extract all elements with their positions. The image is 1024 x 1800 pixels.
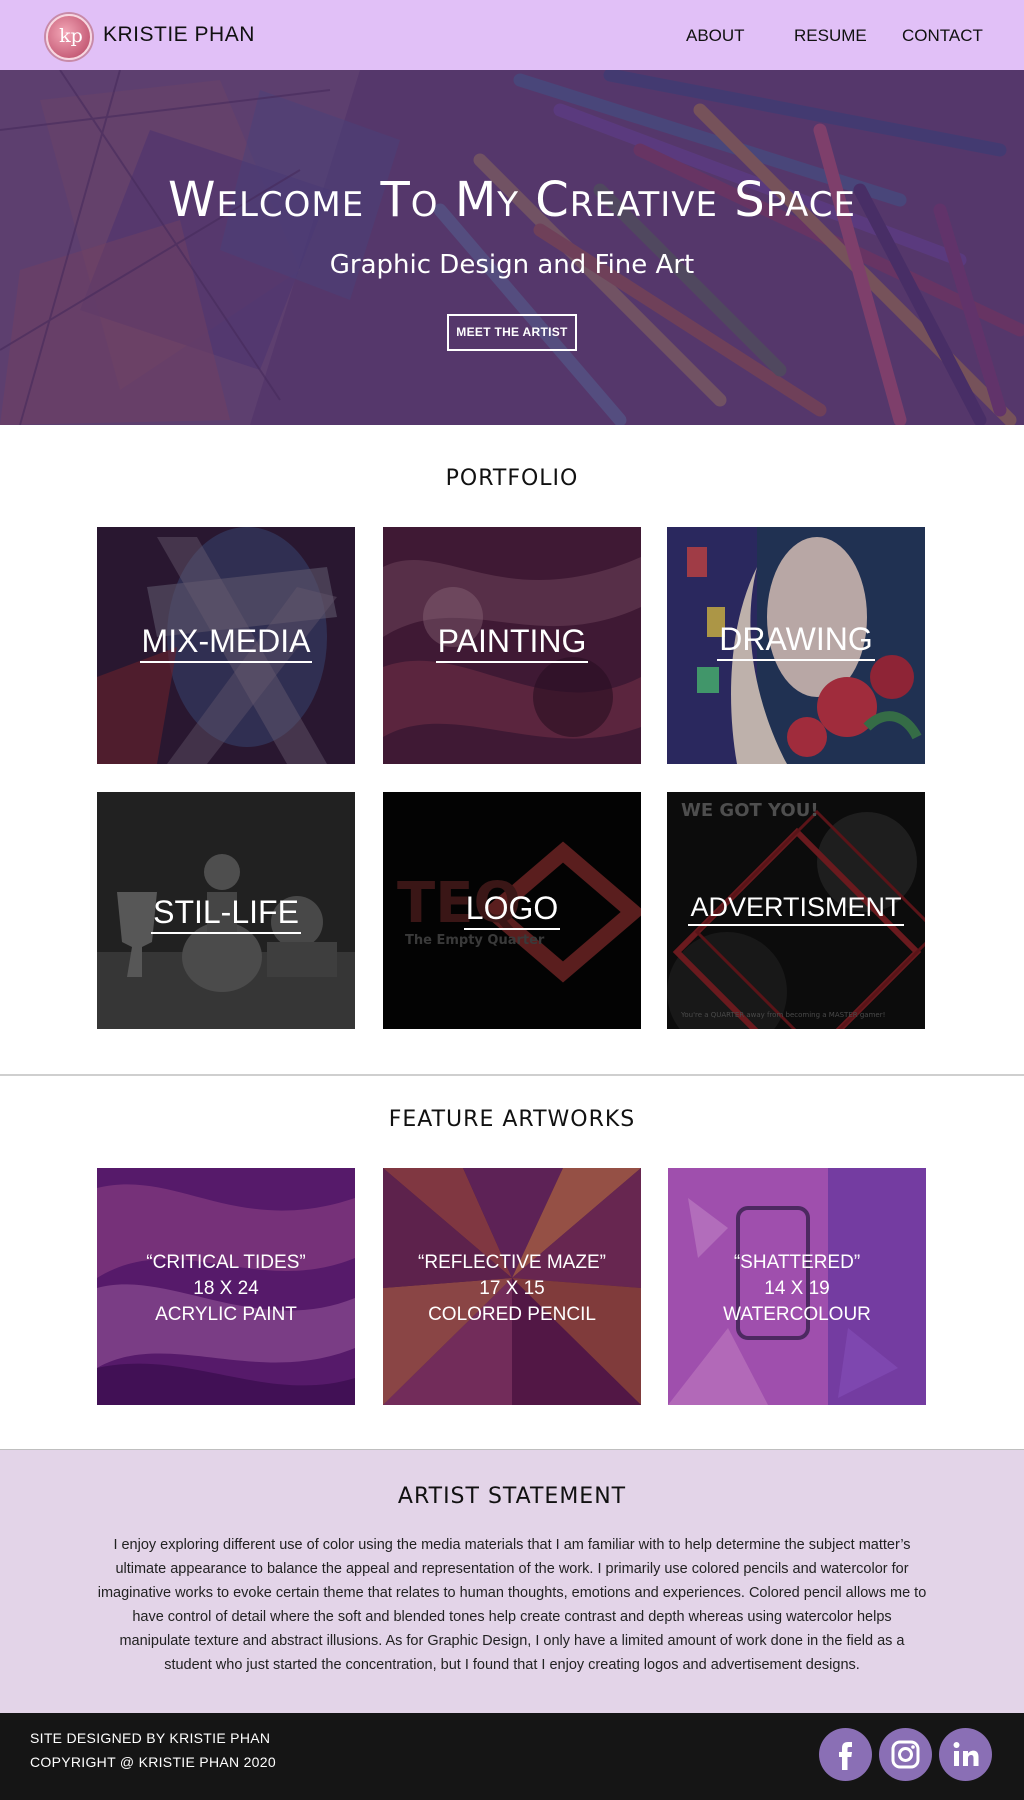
logo-art-caption: The Empty Quarter [405,933,545,948]
tile-label: ADVERTISMENT [667,892,925,926]
artist-statement-heading: ARTIST STATEMENT [397,1484,627,1509]
feature-size: 17 X 15 [479,1278,545,1299]
portfolio-tile-stil-life[interactable]: STIL-LIFE [97,792,355,1029]
tile-label: LOGO [383,890,641,930]
feature-artworks-heading: FEATURE ARTWORKS [388,1107,636,1132]
top-nav: kp KRISTIE PHAN ABOUT RESUME CONTACT [0,0,1024,70]
brand-name[interactable]: KRISTIE PHAN [103,23,255,47]
feature-caption: “REFLECTIVE MAZE” 17 X 15 COLORED PENCIL [383,1250,641,1328]
feature-size: 18 X 24 [193,1278,259,1299]
nav-link-contact[interactable]: CONTACT [902,26,983,46]
tile-label: MIX-MEDIA [97,623,355,663]
logo-badge[interactable]: kp [46,14,92,60]
feature-caption: “SHATTERED” 14 X 19 WATERCOLOUR [668,1250,926,1328]
portfolio-tile-mix-media[interactable]: MIX-MEDIA [97,527,355,764]
feature-card-shattered[interactable]: “SHATTERED” 14 X 19 WATERCOLOUR [668,1168,926,1405]
footer-designed-by: SITE DESIGNED BY KRISTIE PHAN [30,1730,271,1746]
feature-title: “CRITICAL TIDES” [146,1252,306,1273]
portfolio-heading: PORTFOLIO [445,466,579,491]
ad-art-tagline: You're a QUARTER away from becoming a MA… [680,1011,885,1019]
portfolio-tile-drawing[interactable]: DRAWING [667,527,925,764]
tile-label: STIL-LIFE [97,894,355,934]
nav-link-resume[interactable]: RESUME [794,26,867,46]
feature-medium: WATERCOLOUR [723,1304,871,1325]
hero-overlay [0,70,1024,425]
nav-link-about[interactable]: ABOUT [686,26,745,46]
hero-title: Welcome To My Creative Space [168,172,856,228]
portfolio-tile-painting[interactable]: PAINTING [383,527,641,764]
portfolio-tile-logo[interactable]: TEQ The Empty Quarter LOGO [383,792,641,1029]
feature-medium: COLORED PENCIL [428,1304,596,1325]
feature-caption: “CRITICAL TIDES” 18 X 24 ACRYLIC PAINT [97,1250,355,1328]
ad-art-headline: WE GOT YOU! [681,800,819,821]
section-divider [0,1074,1024,1076]
hero-banner: Welcome To My Creative Space Graphic Des… [0,70,1024,425]
facebook-icon[interactable] [819,1728,872,1781]
feature-size: 14 X 19 [764,1278,830,1299]
artist-statement-text: I enjoy exploring different use of color… [97,1537,927,1673]
tile-label: PAINTING [383,623,641,663]
feature-title: “SHATTERED” [733,1252,861,1273]
hero-subtitle: Graphic Design and Fine Art [329,250,695,280]
feature-title: “REFLECTIVE MAZE” [418,1252,606,1273]
feature-medium: ACRYLIC PAINT [155,1304,297,1325]
portfolio-tile-advertisment[interactable]: WE GOT YOU! You're a QUARTER away from b… [667,792,925,1029]
artist-statement-section: ARTIST STATEMENT I enjoy exploring diffe… [0,1449,1024,1713]
logo-text: kp [59,25,83,47]
tile-label: DRAWING [667,621,925,661]
site-footer: SITE DESIGNED BY KRISTIE PHAN COPYRIGHT … [0,1713,1024,1800]
linkedin-icon[interactable] [939,1728,992,1781]
instagram-icon[interactable] [879,1728,932,1781]
meet-the-artist-button[interactable]: MEET THE ARTIST [447,314,577,351]
feature-card-critical-tides[interactable]: “CRITICAL TIDES” 18 X 24 ACRYLIC PAINT [97,1168,355,1405]
footer-copyright: COPYRIGHT @ KRISTIE PHAN 2020 [30,1754,276,1770]
feature-card-reflective-maze[interactable]: “REFLECTIVE MAZE” 17 X 15 COLORED PENCIL [383,1168,641,1405]
